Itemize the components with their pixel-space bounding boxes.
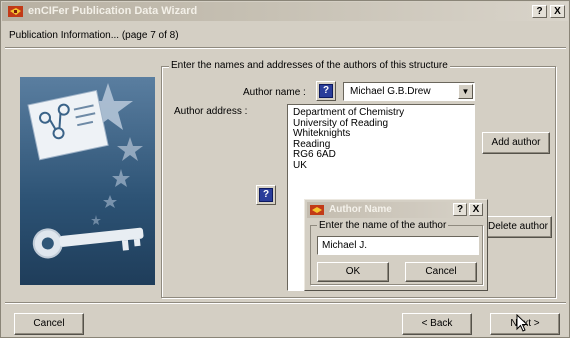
dialog-group-label: Enter the name of the author: [317, 220, 449, 231]
back-button[interactable]: < Back: [402, 313, 472, 335]
key-star-illustration: [20, 77, 155, 285]
author-name-dialog: Author Name ? X Enter the name of the au…: [304, 199, 488, 291]
wizard-window: enCIFer Publication Data Wizard ? X Publ…: [0, 0, 570, 338]
address-line: Whiteknights: [293, 128, 351, 139]
dialog-help-button[interactable]: ?: [453, 203, 467, 216]
mouse-pointer-icon: [516, 313, 529, 335]
dialog-close-button[interactable]: X: [469, 203, 483, 216]
question-mark-icon: ?: [319, 84, 333, 98]
encifer-app-icon: [8, 5, 24, 18]
delete-author-button[interactable]: Delete author: [484, 216, 552, 238]
author-name-combo[interactable]: Michael G.B.Drew ▼: [343, 82, 475, 101]
title-bar[interactable]: enCIFer Publication Data Wizard ? X: [2, 2, 568, 21]
author-name-help-button[interactable]: ?: [316, 81, 336, 101]
dialog-title-bar[interactable]: Author Name ? X: [307, 202, 485, 218]
add-author-button[interactable]: Add author: [482, 132, 550, 154]
help-button[interactable]: ?: [532, 5, 547, 18]
address-line: Department of Chemistry: [293, 107, 405, 118]
encifer-app-icon: [310, 204, 325, 219]
window-title: enCIFer Publication Data Wizard: [28, 5, 198, 17]
question-mark-icon: ?: [259, 188, 273, 202]
authors-group-label: Enter the names and addresses of the aut…: [169, 60, 450, 71]
chevron-down-icon[interactable]: ▼: [458, 84, 473, 99]
top-divider: [5, 47, 566, 49]
dialog-cancel-button[interactable]: Cancel: [405, 262, 477, 282]
author-address-help-button[interactable]: ?: [256, 185, 276, 205]
page-subtitle: Publication Information... (page 7 of 8): [9, 30, 179, 41]
address-line: UK: [293, 159, 307, 171]
author-name-input[interactable]: Michael J.: [317, 236, 479, 255]
dialog-title: Author Name: [329, 204, 392, 215]
author-name-value: Michael G.B.Drew: [350, 86, 431, 97]
close-button[interactable]: X: [550, 5, 565, 18]
author-address-label: Author address :: [174, 106, 248, 117]
author-name-label: Author name :: [243, 87, 306, 98]
cancel-button[interactable]: Cancel: [14, 313, 84, 335]
address-line: RG6 6AD: [293, 149, 336, 160]
bottom-divider: [5, 302, 566, 304]
dialog-ok-button[interactable]: OK: [317, 262, 389, 282]
